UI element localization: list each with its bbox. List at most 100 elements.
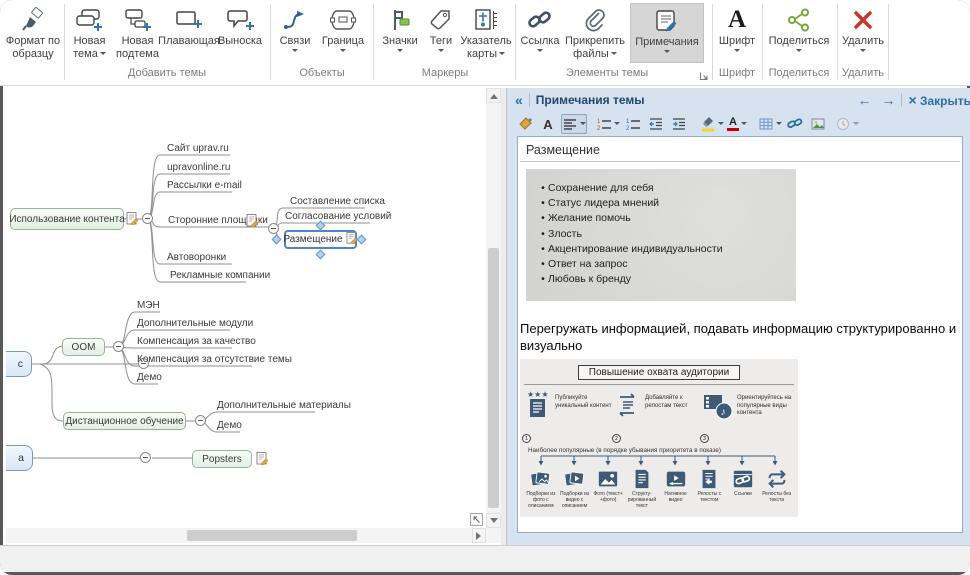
notes-panel: « Примечания темы ← → × Закрыть A 12	[506, 88, 970, 545]
table-button[interactable]	[758, 114, 782, 134]
relationships-button[interactable]: Связи	[275, 3, 315, 63]
topic-men[interactable]: МЭН	[137, 300, 160, 311]
collapse-toggle[interactable]	[140, 452, 151, 463]
notes-toolbar: A 12 12 A	[507, 112, 970, 136]
close-icon: ×	[908, 92, 916, 108]
dropdown-caret-icon	[664, 50, 670, 56]
topic-dop-materialy[interactable]: Дополнительные материалы	[217, 400, 351, 411]
topic-partial-2[interactable]: а	[6, 445, 33, 471]
bullet-list-button[interactable]: 12	[623, 114, 643, 134]
topic-partial-1[interactable]: с	[6, 351, 32, 377]
collapse-toggle[interactable]	[195, 415, 206, 426]
back-arrow-icon[interactable]: ←	[857, 92, 871, 108]
boundary-button[interactable]: Граница	[317, 3, 369, 63]
svg-text:★★★: ★★★	[527, 390, 549, 399]
collapse-toggle[interactable]	[142, 213, 153, 224]
collapse-panel-icon[interactable]: «	[515, 92, 523, 108]
fit-map-button[interactable]	[469, 512, 484, 532]
font-button[interactable]: A Шрифт	[715, 3, 759, 63]
infographic-items: Подборки из фото с описанием Подборки из…	[524, 468, 794, 509]
map-index-button[interactable]: Указатель карты	[459, 3, 513, 63]
callout-button[interactable]: Выноска	[216, 3, 264, 63]
topic-oom[interactable]: ООМ	[62, 338, 105, 356]
align-button[interactable]	[561, 114, 587, 134]
horizontal-scrollbar[interactable]	[6, 528, 486, 543]
topic-razmeshchenie-selected[interactable]: Размещение	[284, 230, 357, 249]
app-window: Формат по образцу Новая тема Новая подте…	[0, 0, 970, 575]
header-divider	[901, 93, 902, 107]
indent-button[interactable]	[669, 114, 689, 134]
note-divider	[520, 161, 960, 162]
boundary-label: Граница	[322, 35, 364, 48]
infographic-step: ♪ 3 Ориентируйтесь на популярные виды ко…	[702, 389, 796, 445]
collapse-toggle[interactable]	[268, 223, 279, 234]
tags-button[interactable]: Теги	[424, 3, 458, 63]
topic-email[interactable]: Рассылки e-mail	[167, 180, 242, 191]
numbered-list-button[interactable]: 12	[596, 114, 620, 134]
svg-text:1: 1	[626, 119, 630, 125]
dropdown-caret-icon	[397, 49, 403, 55]
ribbon-divider	[270, 4, 271, 80]
format-painter-small-icon[interactable]	[515, 114, 535, 134]
vertical-scrollbar[interactable]	[486, 88, 501, 528]
topic-demo-oom[interactable]: Демо	[137, 372, 162, 383]
topic-notes-icon[interactable]	[126, 212, 139, 230]
font-icon: A	[728, 4, 746, 35]
vertical-scroll-thumb[interactable]	[488, 248, 499, 508]
map-canvas[interactable]: Использование контента Сайт uprav.ru upr…	[6, 88, 486, 528]
map-index-icon	[472, 4, 500, 35]
outdent-button[interactable]	[646, 114, 666, 134]
step-text: Публикуйте уникальный контент	[552, 389, 612, 445]
notes-button[interactable]: Примечания	[630, 3, 704, 63]
group-label-markers: Маркеры	[376, 67, 514, 79]
scroll-up-button[interactable]	[486, 88, 501, 103]
infographic-title-box: Повышение охвата аудитории	[520, 362, 798, 380]
topic-soglasovanie[interactable]: Согласование условий	[285, 211, 391, 222]
new-topic-button[interactable]: Новая тема	[67, 3, 112, 63]
floating-topic-button[interactable]: Плавающая	[163, 3, 215, 63]
topic-notes-icon[interactable]	[256, 452, 269, 470]
new-subtopic-label: Новая подтема	[114, 35, 161, 60]
font-dialog-icon[interactable]: A	[538, 114, 558, 134]
forward-arrow-icon[interactable]: →	[881, 92, 895, 108]
close-panel-button[interactable]: × Закрыть	[908, 92, 970, 108]
scroll-down-button[interactable]	[486, 513, 501, 528]
topic-reklamnye[interactable]: Рекламные компании	[170, 270, 270, 281]
topic-site-uprav[interactable]: Сайт uprav.ru	[167, 143, 229, 154]
topic-dop-moduli[interactable]: Дополнительные модули	[137, 318, 253, 329]
tags-label: Теги	[430, 35, 452, 48]
notes-editor[interactable]: Размещение •Сохранение для себя •Статус …	[517, 136, 963, 533]
dialog-launcher-icon[interactable]	[699, 68, 709, 86]
insert-link-icon[interactable]	[785, 114, 805, 134]
icons-button[interactable]: Значки	[378, 3, 422, 63]
topic-notes-icon[interactable]	[246, 214, 259, 232]
attach-files-button[interactable]: Прикрепить файлы	[562, 3, 628, 63]
topic-komp-kachestvo[interactable]: Компенсация за качество	[137, 336, 256, 347]
icons-marker-icon	[387, 4, 413, 35]
delete-button[interactable]: Удалить	[840, 3, 886, 63]
topic-avtovoronki[interactable]: Автоворонки	[167, 252, 226, 263]
topic-sostavlenie[interactable]: Составление списка	[290, 196, 385, 207]
topic-distance[interactable]: Дистанционное обучение	[63, 412, 186, 430]
font-color-button[interactable]: A	[727, 114, 747, 134]
format-painter-button[interactable]: Формат по образцу	[2, 3, 64, 63]
slide-bullet: Любовь к бренду	[548, 272, 631, 287]
hyperlink-button[interactable]: Ссылка	[519, 3, 561, 63]
delete-label: Удалить	[842, 35, 884, 48]
ribbon-divider	[373, 4, 374, 80]
insert-image-icon[interactable]	[808, 114, 828, 134]
timestamp-button[interactable]	[835, 114, 859, 134]
dropdown-caret-icon	[499, 52, 505, 58]
horizontal-scroll-thumb[interactable]	[187, 530, 357, 541]
highlight-button[interactable]	[700, 114, 724, 134]
topic-popsters[interactable]: Popsters	[192, 450, 252, 468]
topic-demo-distance[interactable]: Демо	[217, 420, 242, 431]
hyperlink-icon	[526, 4, 554, 35]
share-button[interactable]: Поделиться	[765, 3, 833, 63]
svg-text:2: 2	[597, 126, 601, 132]
topic-upravonline[interactable]: upravonline.ru	[167, 162, 230, 173]
collapse-toggle[interactable]	[113, 341, 124, 352]
new-subtopic-button[interactable]: Новая подтема	[113, 3, 162, 63]
topic-usage[interactable]: Использование контента	[10, 208, 124, 230]
topic-komp-otsutstvie[interactable]: Компенсация за отсутствие темы	[137, 354, 292, 365]
